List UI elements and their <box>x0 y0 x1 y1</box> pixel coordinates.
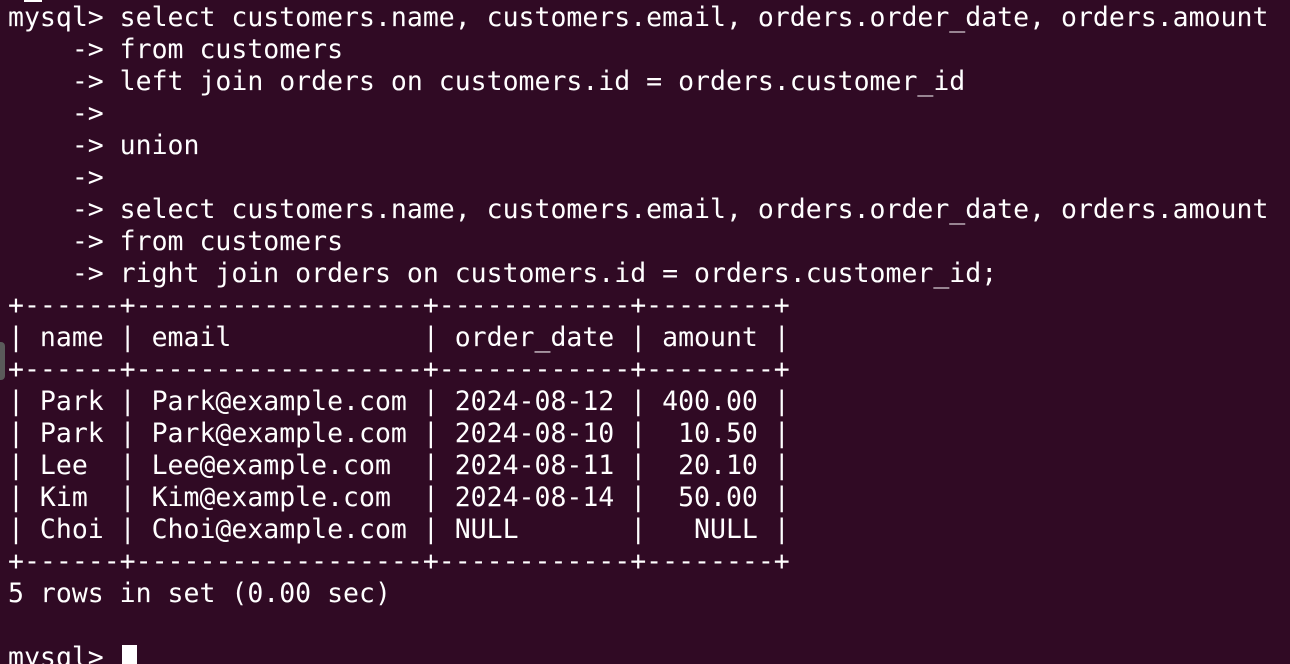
prompt-text: mysql> <box>8 642 120 664</box>
table-row: | Kim | Kim@example.com | 2024-08-14 | 5… <box>8 482 790 513</box>
table-row: | Park | Park@example.com | 2024-08-10 |… <box>8 418 790 449</box>
side-panel-handle[interactable] <box>0 342 5 380</box>
terminal-output: mysql> select customers.name, customers.… <box>8 2 1268 664</box>
sql-query-line: -> right join orders on customers.id = o… <box>8 258 998 289</box>
table-border: +------+------------------+------------+… <box>8 354 790 385</box>
sql-query-line: -> union <box>8 130 200 161</box>
sql-query-line: -> left join orders on customers.id = or… <box>8 66 966 97</box>
table-row: | Choi | Choi@example.com | NULL | NULL … <box>8 514 790 545</box>
table-border: +------+------------------+------------+… <box>8 290 790 321</box>
sql-query-line: -> select customers.name, customers.emai… <box>8 194 1269 225</box>
table-row: | Park | Park@example.com | 2024-08-12 |… <box>8 386 790 417</box>
result-summary: 5 rows in set (0.00 sec) <box>8 578 391 609</box>
sql-query-line: -> from customers <box>8 226 344 257</box>
table-header-row: | name | email | order_date | amount | <box>8 322 790 353</box>
sql-query-line: -> <box>8 162 104 193</box>
sql-query-line: mysql> select customers.name, customers.… <box>8 2 1269 33</box>
table-row: | Lee | Lee@example.com | 2024-08-11 | 2… <box>8 450 790 481</box>
text-cursor <box>121 645 137 664</box>
sql-query-line: -> <box>8 98 104 129</box>
input-prompt-line[interactable]: mysql> <box>8 642 1268 664</box>
terminal-window[interactable]: mysql> select customers.name, customers.… <box>0 0 1290 664</box>
sql-query-line: -> from customers <box>8 34 344 65</box>
table-border: +------+------------------+------------+… <box>8 546 790 577</box>
